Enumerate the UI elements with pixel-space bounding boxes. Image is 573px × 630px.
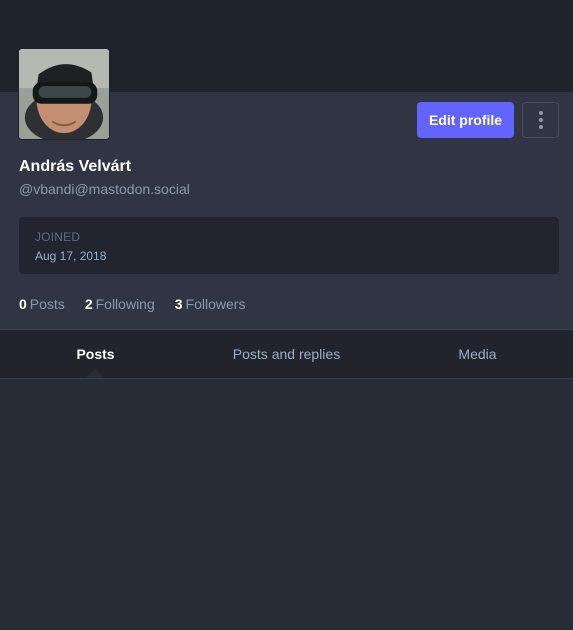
- followers-count: 3: [174, 296, 183, 312]
- joined-label: JOINED: [35, 230, 81, 244]
- posts-count-link[interactable]: 0 Posts: [19, 296, 65, 312]
- following-count-label: Following: [95, 296, 155, 312]
- followers-count-label: Followers: [185, 296, 246, 312]
- following-count: 2: [84, 296, 93, 312]
- vertical-ellipsis-icon-dot: [538, 125, 543, 129]
- account-handle: @vbandi@mastodon.social: [19, 181, 190, 197]
- joined-date: Aug 17, 2018: [35, 249, 107, 263]
- active-tab-indicator: [86, 369, 104, 378]
- more-options-button[interactable]: [522, 102, 559, 138]
- joined-field: JOINED Aug 17, 2018: [19, 217, 559, 274]
- tab-media[interactable]: Media: [382, 330, 573, 378]
- vertical-ellipsis-icon-dot: [538, 118, 543, 122]
- posts-count-label: Posts: [29, 296, 65, 312]
- avatar[interactable]: [18, 48, 110, 140]
- vertical-ellipsis-icon: [538, 111, 543, 115]
- edit-profile-button[interactable]: Edit profile: [417, 102, 514, 138]
- posts-count: 0: [19, 296, 27, 312]
- avatar-image: [19, 49, 109, 139]
- following-count-link[interactable]: 2 Following: [85, 296, 155, 312]
- account-counts: 0 Posts 2 Following 3 Followers: [19, 296, 245, 312]
- followers-count-link[interactable]: 3 Followers: [175, 296, 246, 312]
- display-name: András Velvárt: [19, 158, 132, 175]
- tab-posts-and-replies[interactable]: Posts and replies: [191, 330, 382, 378]
